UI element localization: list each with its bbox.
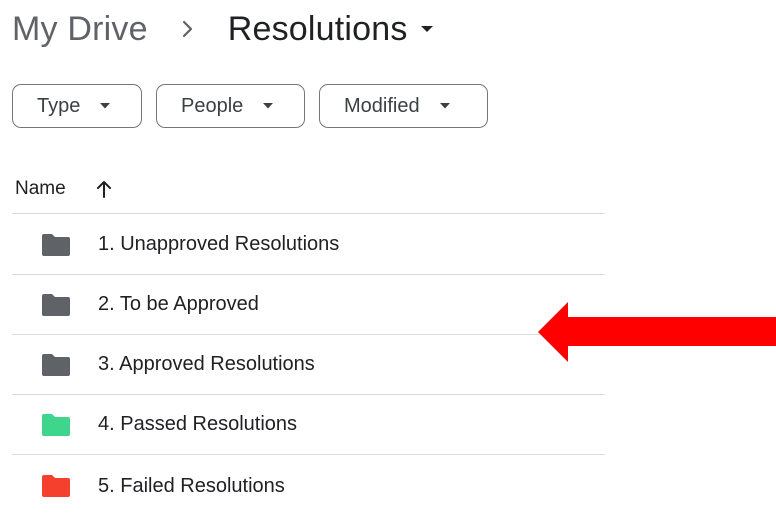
caret-down-icon <box>263 103 274 109</box>
list-item-label: 4. Passed Resolutions <box>98 413 298 435</box>
list-item[interactable]: 4. Passed Resolutions <box>12 395 605 455</box>
breadcrumb-my-drive[interactable]: My Drive <box>12 10 148 49</box>
type-filter-button[interactable]: Type <box>12 84 142 128</box>
chevron-right-icon <box>182 19 194 39</box>
list-item-label: 2. To be Approved <box>98 293 259 315</box>
modified-filter-button[interactable]: Modified <box>319 84 488 128</box>
breadcrumb-current-folder[interactable]: Resolutions <box>228 10 434 49</box>
modified-filter-label: Modified <box>344 94 420 117</box>
folder-icon <box>40 412 72 438</box>
breadcrumb: My Drive Resolutions <box>12 6 434 52</box>
list-item-label: 1. Unapproved Resolutions <box>98 233 340 255</box>
caret-down-icon <box>420 25 434 33</box>
arrow-up-icon[interactable] <box>96 180 112 198</box>
list-header: Name <box>12 164 605 214</box>
people-filter-label: People <box>181 94 244 117</box>
filter-chips: Type People Modified <box>12 84 502 128</box>
folder-icon <box>40 232 72 258</box>
name-column-header[interactable]: Name <box>15 178 66 200</box>
list-item-label: 3. Approved Resolutions <box>98 353 315 375</box>
page-title: Resolutions <box>227 9 408 48</box>
red-arrow-annotation <box>538 302 776 362</box>
folder-icon <box>40 473 72 499</box>
folder-icon <box>40 352 72 378</box>
caret-down-icon <box>100 103 111 109</box>
people-filter-button[interactable]: People <box>156 84 305 128</box>
folder-icon <box>40 292 72 318</box>
list-item[interactable]: 5. Failed Resolutions <box>12 456 605 516</box>
list-item[interactable]: 3. Approved Resolutions <box>12 335 605 395</box>
type-filter-label: Type <box>37 94 81 117</box>
caret-down-icon <box>439 103 450 109</box>
list-item-label: 5. Failed Resolutions <box>98 474 285 497</box>
list-item[interactable]: 1. Unapproved Resolutions <box>12 215 605 275</box>
list-item[interactable]: 2. To be Approved <box>12 275 605 335</box>
